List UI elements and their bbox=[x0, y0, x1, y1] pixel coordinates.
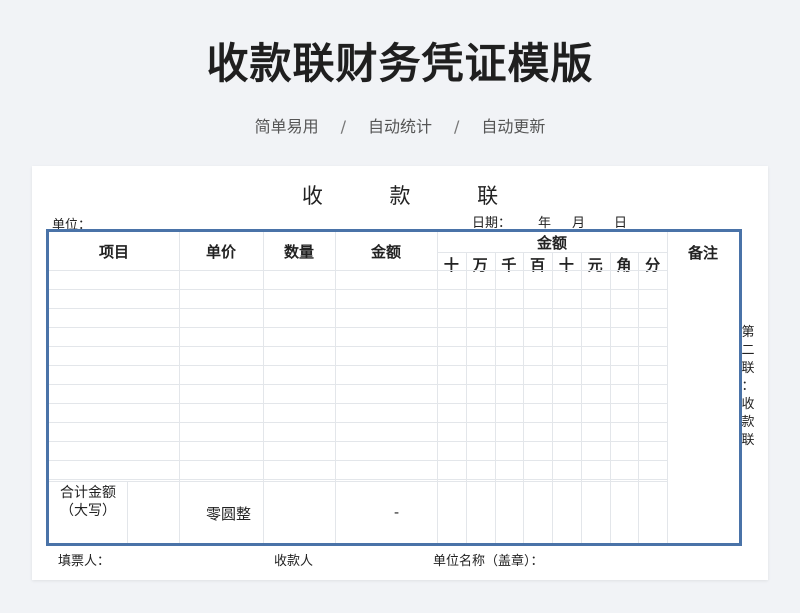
total-amount: - bbox=[394, 503, 400, 521]
row-line bbox=[49, 460, 667, 461]
side-label-char: 收 bbox=[741, 397, 755, 412]
column-line bbox=[263, 232, 264, 543]
column-line bbox=[609, 252, 611, 543]
voucher-title: 收 款 联 bbox=[301, 184, 529, 208]
page-title: 收款联财务凭证模版 bbox=[206, 39, 594, 88]
row-line bbox=[49, 479, 667, 480]
header-item: 项目 bbox=[98, 242, 129, 261]
column-line bbox=[465, 252, 467, 543]
voucher-table: 项目 单价 数量 金额 金额 备注 十万千百十元角分 合计金额（大写） 零圆整 … bbox=[46, 229, 742, 546]
side-copy-label: 第二联：收款联 bbox=[741, 324, 755, 450]
side-label-char: 款 bbox=[741, 415, 755, 430]
column-line bbox=[580, 252, 582, 543]
feature-tags: 简单易用 / 自动统计 / 自动更新 bbox=[0, 113, 800, 137]
column-line bbox=[638, 252, 640, 543]
column-line bbox=[179, 232, 180, 543]
row-line bbox=[49, 441, 667, 442]
digit-header: 十 bbox=[558, 256, 574, 274]
row-line bbox=[49, 481, 667, 482]
side-label-char: 二 bbox=[741, 343, 755, 358]
side-label-char: 联 bbox=[741, 433, 755, 448]
column-line bbox=[667, 232, 668, 543]
digit-header: 元 bbox=[587, 256, 603, 274]
tag-auto-stat: 自动统计 bbox=[367, 117, 432, 136]
row-line bbox=[49, 403, 667, 404]
unit-name-label: 单位名称（盖章）： bbox=[433, 554, 544, 569]
total-uppercase-amount: 零圆整 bbox=[206, 505, 252, 523]
column-line bbox=[127, 481, 128, 543]
tag-easy: 简单易用 bbox=[254, 117, 319, 136]
header-unit-price: 单价 bbox=[205, 242, 236, 261]
tag-auto-update: 自动更新 bbox=[481, 117, 546, 136]
row-line bbox=[49, 346, 667, 347]
voucher-sheet: 收 款 联 单位： 日期： 年 月 日 项目 单价 数量 金额 金额 备注 十万… bbox=[32, 166, 768, 580]
filler-label: 填票人： bbox=[58, 554, 111, 569]
digit-header: 百 bbox=[530, 256, 546, 274]
row-line bbox=[49, 270, 667, 271]
row-line bbox=[49, 308, 667, 309]
row-line bbox=[49, 422, 667, 423]
header-amount-group: 金额 bbox=[536, 233, 567, 252]
column-line bbox=[437, 232, 438, 543]
side-label-char: ： bbox=[741, 379, 755, 394]
column-line bbox=[494, 252, 496, 543]
payee-label: 收款人 bbox=[274, 554, 314, 569]
side-label-char: 联 bbox=[741, 361, 755, 376]
header-remarks: 备注 bbox=[687, 244, 718, 262]
row-line bbox=[49, 365, 667, 366]
digit-header: 十 bbox=[443, 256, 459, 274]
digit-header: 万 bbox=[472, 256, 488, 274]
tag-separator: / bbox=[454, 117, 460, 136]
total-label: 合计金额（大写） bbox=[60, 485, 116, 519]
side-label-char: 第 bbox=[741, 325, 755, 340]
header-amount: 金额 bbox=[370, 242, 401, 261]
tag-separator: / bbox=[340, 117, 346, 136]
row-line bbox=[49, 289, 667, 290]
row-line bbox=[49, 384, 667, 385]
digit-header: 分 bbox=[645, 256, 661, 274]
digit-header: 千 bbox=[501, 256, 517, 274]
column-line bbox=[552, 252, 553, 543]
column-line bbox=[523, 252, 525, 543]
header-quantity: 数量 bbox=[283, 242, 314, 261]
digit-header: 角 bbox=[616, 256, 632, 274]
column-line bbox=[335, 232, 336, 543]
row-line bbox=[49, 327, 667, 328]
